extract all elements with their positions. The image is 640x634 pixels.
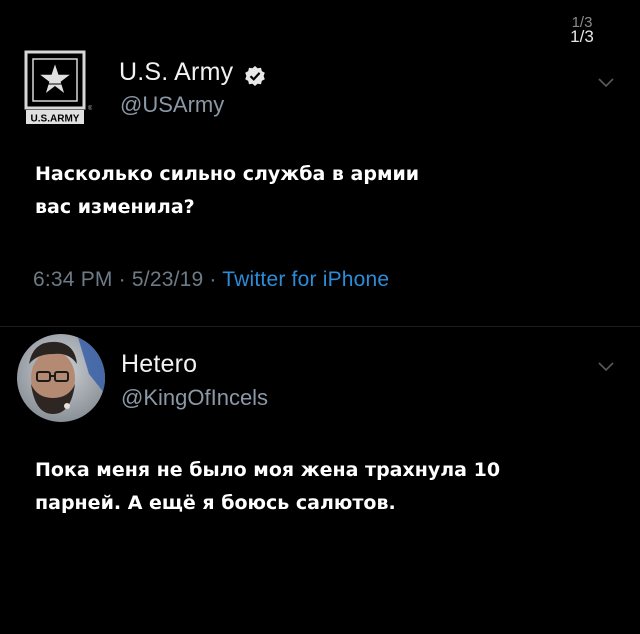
tweet-date[interactable]: 5/23/19: [132, 268, 203, 291]
tweet-meta: 6:34 PM · 5/23/19 · Twitter for iPhone: [33, 268, 389, 292]
page-counter: 1/3 1/3: [562, 15, 602, 46]
tweet-source-link[interactable]: Twitter for iPhone: [222, 268, 389, 291]
tweet-text: Насколько сильно служба в армии вас изме…: [35, 158, 419, 224]
page-counter-current: 1/3: [570, 27, 594, 46]
tweet-options-chevron-down-icon[interactable]: [598, 78, 614, 92]
tweet-author-handle[interactable]: @USArmy: [120, 92, 224, 118]
meta-separator-1: ·: [118, 268, 126, 291]
svg-text:®: ®: [88, 105, 92, 112]
tweet-time[interactable]: 6:34 PM: [33, 268, 113, 291]
tweet-text-line-2: вас изменила?: [35, 196, 195, 218]
meta-separator-2: ·: [209, 268, 217, 291]
verified-badge-icon: [244, 65, 266, 87]
reply-text-line-1: Пока меня не было моя жена трахнула 10: [35, 459, 501, 481]
reply-avatar[interactable]: [17, 334, 105, 422]
reply-text-line-2: парней. А ещё я боюсь салютов.: [35, 492, 396, 514]
reply-text: Пока меня не было моя жена трахнула 10 п…: [35, 454, 500, 520]
logo-text: U.S.ARMY: [31, 114, 80, 125]
divider: [0, 326, 640, 327]
tweet-author[interactable]: U.S. Army: [119, 58, 266, 87]
army-logo[interactable]: U.S.ARMY ®: [24, 50, 93, 126]
tweet-text-line-1: Насколько сильно служба в армии: [35, 163, 420, 185]
reply-author-name[interactable]: Hetero: [121, 350, 197, 379]
reply-options-chevron-down-icon[interactable]: [598, 362, 614, 376]
tweet-author-name[interactable]: U.S. Army: [119, 58, 233, 86]
reply-author-handle[interactable]: @KingOfIncels: [121, 385, 268, 411]
